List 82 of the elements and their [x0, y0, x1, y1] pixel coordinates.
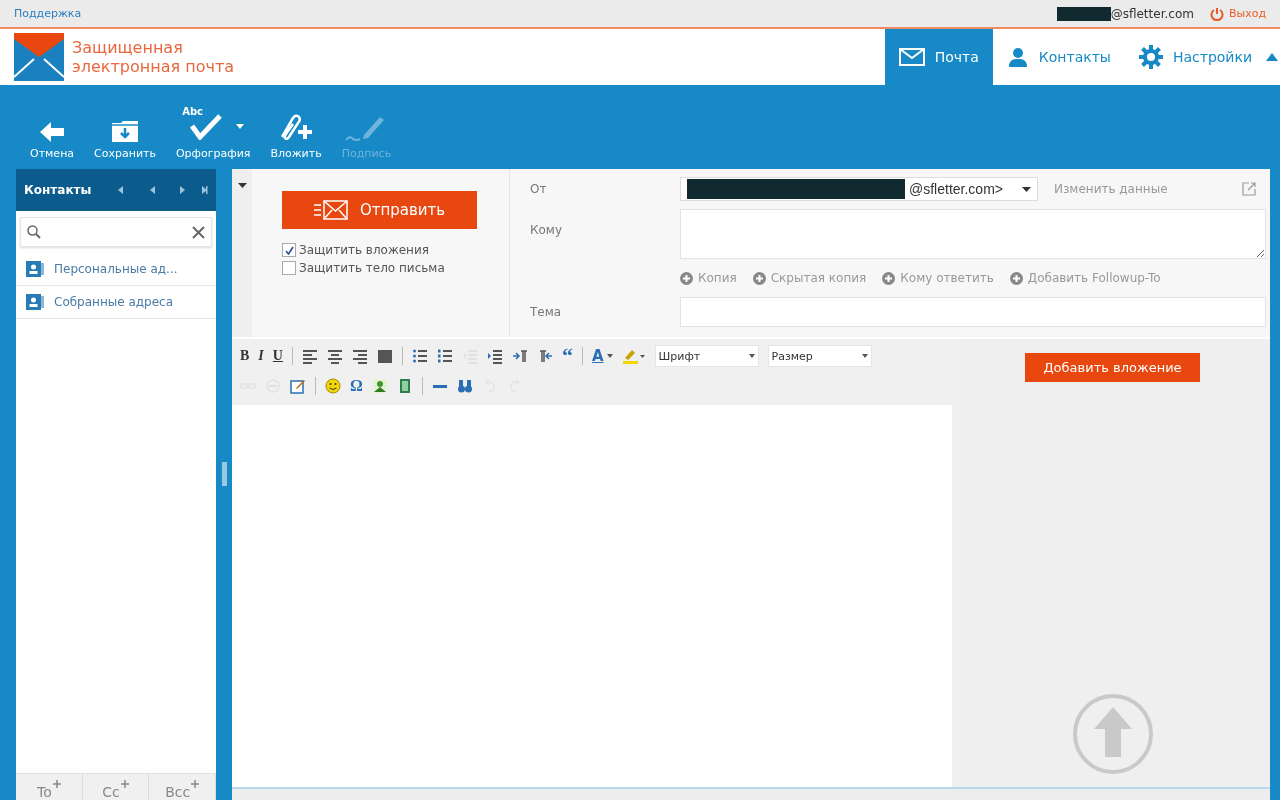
- special-character-button[interactable]: Ω: [350, 378, 363, 394]
- dropdown-select[interactable]: Размер: [767, 345, 872, 367]
- plus-icon: [191, 780, 200, 788]
- bulleted-list-icon[interactable]: [411, 348, 428, 364]
- plus-icon: [120, 780, 129, 788]
- envelope-icon: [898, 48, 925, 66]
- add-attachment-button[interactable]: Добавить вложение: [1025, 353, 1200, 382]
- blockquote-button[interactable]: “: [561, 348, 573, 364]
- address-book-item[interactable]: Персональные ад...: [16, 253, 216, 286]
- caret-icon: [861, 354, 868, 358]
- checkbox-label: Защитить вложения: [299, 243, 429, 257]
- align-right-icon[interactable]: [351, 348, 368, 364]
- logo-text: Защищенная электронная почта: [72, 38, 235, 76]
- address-book-item[interactable]: Собранные адреса: [16, 286, 216, 319]
- person-icon: [1006, 46, 1029, 68]
- dropdown-select[interactable]: Шрифт: [654, 345, 759, 367]
- edit-identity-link[interactable]: Изменить данные: [1054, 182, 1226, 196]
- plus-circle-icon: [1009, 271, 1023, 285]
- contact-search-field[interactable]: [20, 217, 212, 247]
- edit-note-icon[interactable]: [290, 378, 306, 394]
- toolbar-button[interactable]: Вложить: [260, 111, 332, 160]
- collapse-caret-icon[interactable]: [1266, 53, 1278, 61]
- back-arrow-icon: [39, 121, 66, 143]
- redaction-bar: [1056, 6, 1111, 21]
- envelope-icon: [313, 200, 348, 220]
- close-icon[interactable]: [192, 225, 205, 239]
- italic-button[interactable]: I: [258, 348, 264, 364]
- nav-tab[interactable]: Почта: [884, 29, 993, 85]
- plus-circle-icon: [882, 271, 896, 285]
- checkbox-label: Защитить тело письма: [299, 261, 445, 275]
- caret-icon[interactable]: [606, 354, 613, 358]
- check-icon: [284, 245, 294, 255]
- align-left-icon[interactable]: [301, 348, 318, 364]
- plus-icon: [52, 780, 61, 788]
- numbered-list-icon[interactable]: [436, 348, 453, 364]
- send-button[interactable]: Отправить: [282, 191, 477, 229]
- to-field[interactable]: [680, 209, 1266, 259]
- toolbar-button[interactable]: Сохранить: [84, 111, 166, 160]
- plus-circle-icon: [752, 271, 766, 285]
- caret-icon: [236, 124, 245, 129]
- indent-icon[interactable]: [486, 348, 503, 364]
- support-link[interactable]: Поддержка: [14, 7, 1057, 20]
- settings-icon: [1138, 45, 1163, 69]
- address-book-icon: [26, 261, 44, 277]
- checkbox[interactable]: [282, 243, 296, 257]
- add-recipient-link[interactable]: Скрытая копия: [752, 271, 867, 285]
- user-email: @sfletter.com: [1110, 6, 1194, 21]
- logo-envelope-icon: [14, 33, 64, 81]
- add-recipient-link[interactable]: Добавить Followup-To: [1009, 271, 1161, 285]
- subject-label: Тема: [530, 305, 563, 319]
- smiley-icon[interactable]: [325, 378, 341, 394]
- checkbox[interactable]: [282, 261, 296, 275]
- caret-icon[interactable]: [237, 183, 247, 188]
- justify-icon[interactable]: [376, 348, 393, 364]
- folder-download-icon: [111, 119, 139, 143]
- search-icon: [27, 225, 41, 239]
- pager-arrows-icon[interactable]: [118, 185, 208, 195]
- splitter-handle[interactable]: [221, 462, 227, 486]
- spellcheck-label: Abc: [182, 106, 203, 117]
- image-icon[interactable]: [371, 378, 388, 394]
- bold-button[interactable]: B: [240, 348, 250, 364]
- from-dropdown[interactable]: @sfletter.com>: [680, 177, 1038, 201]
- address-book-icon: [26, 294, 44, 310]
- from-label: От: [530, 182, 548, 196]
- align-center-icon[interactable]: [326, 348, 343, 364]
- caret-icon: [1022, 186, 1031, 192]
- toolbar-button[interactable]: Отмена: [20, 111, 85, 160]
- subject-field[interactable]: [680, 297, 1266, 327]
- contacts-title: Контакты: [24, 183, 93, 197]
- add-recipient-link[interactable]: Кому ответить: [882, 271, 994, 285]
- power-icon: [1209, 6, 1224, 21]
- left-to-right-icon[interactable]: [511, 348, 528, 364]
- plus-circle-icon: [680, 271, 693, 285]
- highlighter-icon[interactable]: [621, 348, 646, 364]
- caret-icon: [748, 354, 755, 358]
- popout-icon[interactable]: [1242, 182, 1256, 196]
- binoculars-icon[interactable]: [456, 378, 473, 394]
- text-color-button[interactable]: A: [591, 348, 604, 364]
- to-label: Кому: [530, 223, 563, 237]
- add-recipient-link[interactable]: Копия: [680, 271, 737, 285]
- underline-button[interactable]: U: [272, 348, 283, 364]
- logout-link[interactable]: Выход: [1209, 6, 1266, 21]
